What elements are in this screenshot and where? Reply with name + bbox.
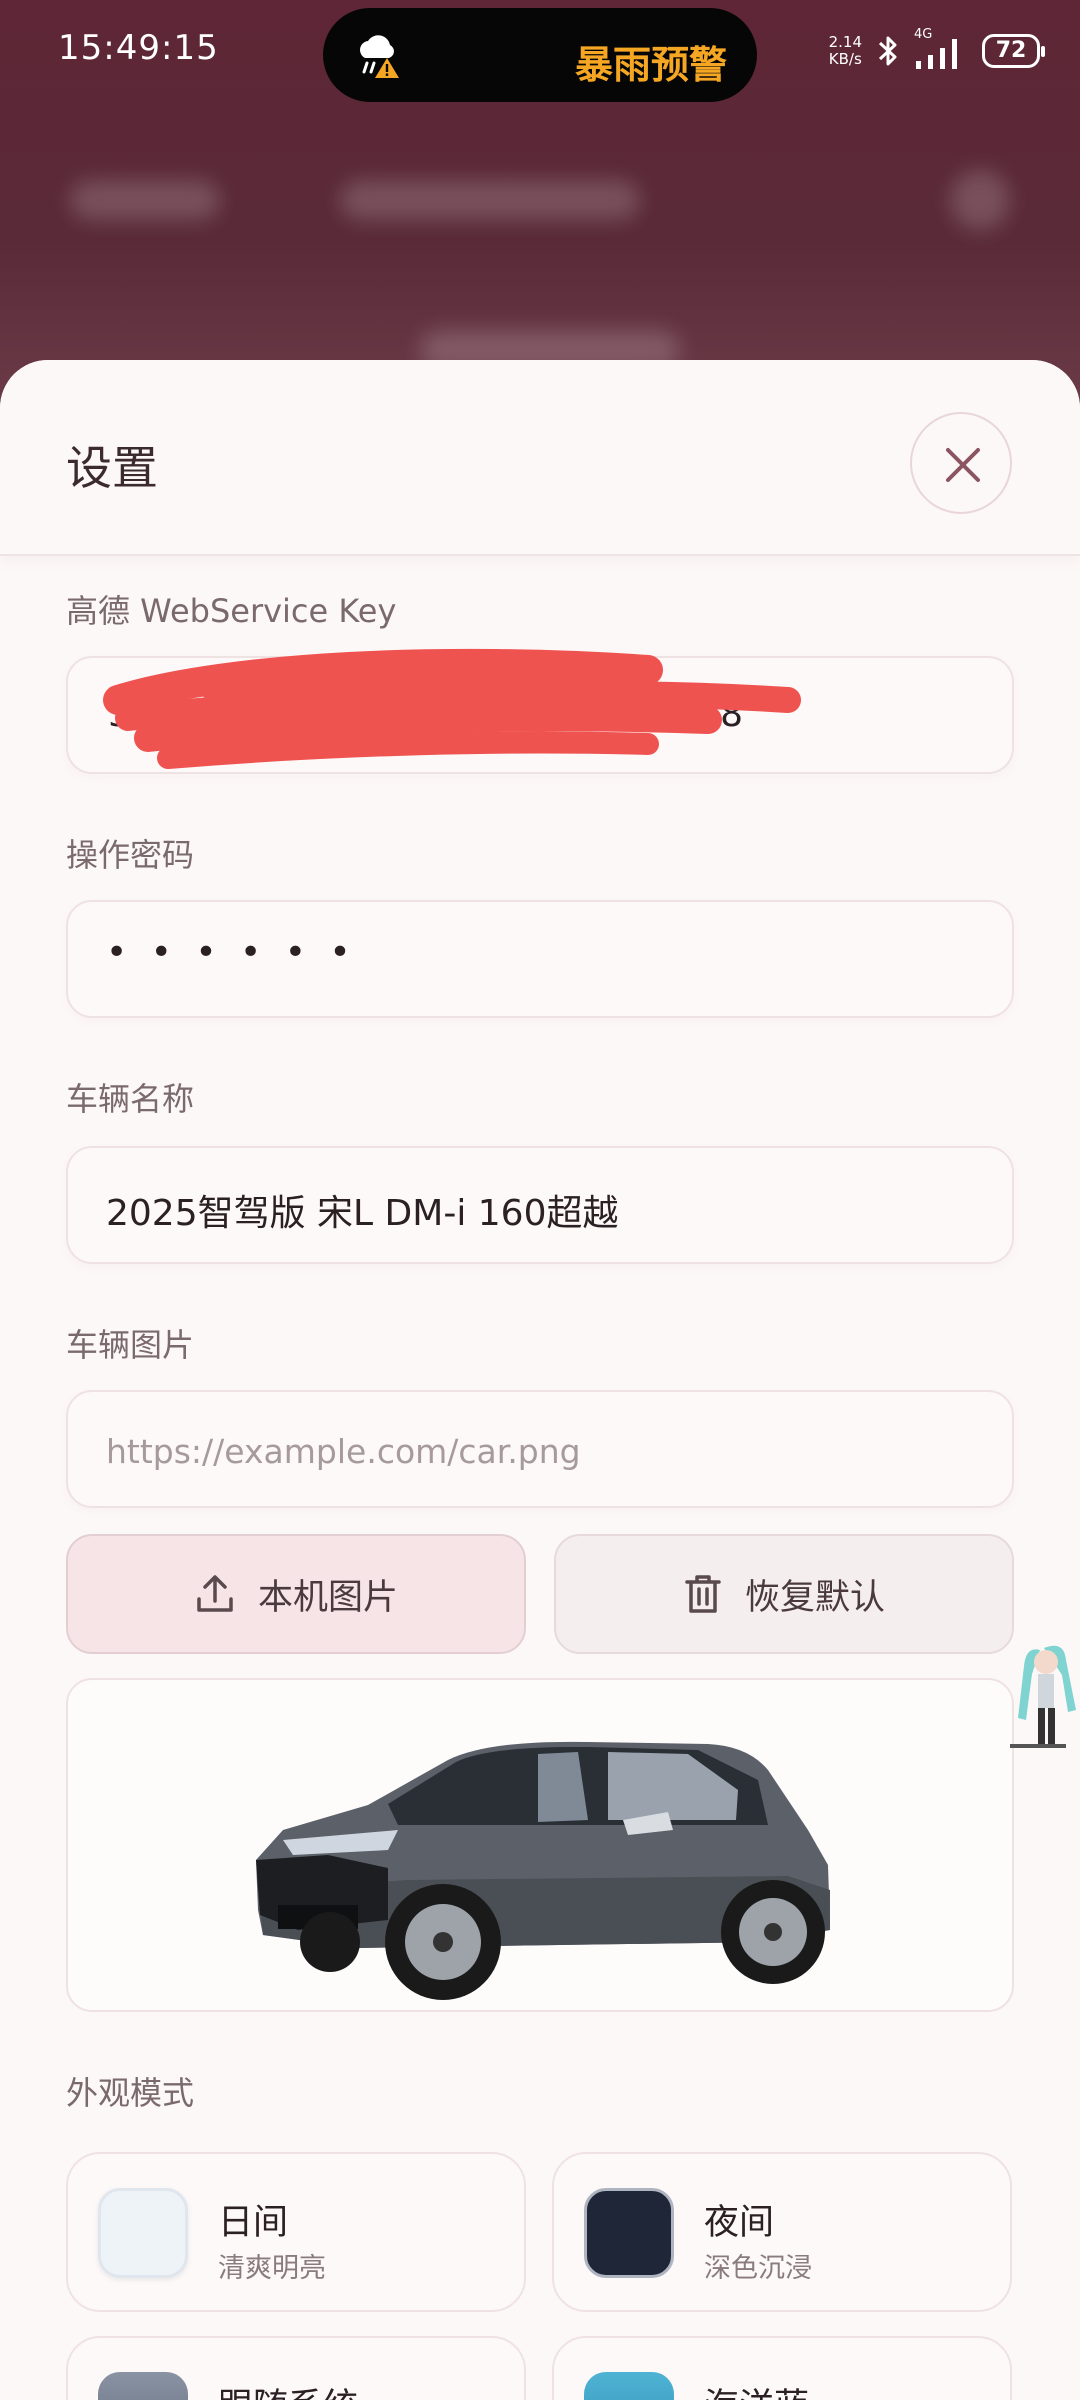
ocean-swatch-icon — [584, 2372, 674, 2400]
night-swatch-icon — [584, 2188, 674, 2278]
mode-card-system[interactable]: 跟随系统 — [66, 2336, 526, 2400]
sheet-header: 设置 — [0, 360, 1080, 556]
restore-button-label: 恢复默认 — [744, 1577, 885, 1618]
password-input[interactable]: • • • • • • — [66, 900, 1014, 1018]
background-blurred-icon — [950, 170, 1010, 230]
mode-name-night: 夜间 — [704, 2203, 775, 2243]
mode-name-ocean: 海洋蓝 — [704, 2378, 809, 2400]
dynamic-island-alert[interactable]: 暴雨预警 — [323, 8, 757, 102]
battery-indicator: 72 — [982, 34, 1045, 68]
bluetooth-icon — [878, 36, 897, 66]
close-button[interactable] — [910, 412, 1012, 514]
vehicle-image-preview — [66, 1678, 1014, 2012]
mode-card-night[interactable]: 夜间 深色沉浸 — [552, 2152, 1012, 2312]
mode-desc-day: 清爽明亮 — [218, 2253, 326, 2284]
close-icon — [946, 448, 980, 482]
sheet-title: 设置 — [66, 441, 158, 495]
background-blurred-text — [70, 180, 220, 220]
password-value: • • • • • • — [106, 932, 357, 973]
rain-warning-icon — [360, 35, 399, 78]
status-time: 15:49:15 — [58, 28, 219, 68]
mode-card-ocean[interactable]: 海洋蓝 — [552, 2336, 1012, 2400]
mode-name-day: 日间 — [218, 2203, 289, 2243]
network-speed: 2.14 KB/s — [828, 33, 862, 68]
password-label: 操作密码 — [66, 836, 195, 874]
amap-key-label: 高德 WebService Key — [66, 592, 397, 630]
upload-local-image-button[interactable]: 本机图片 — [66, 1534, 526, 1654]
restore-default-button[interactable]: 恢复默认 — [554, 1534, 1014, 1654]
redaction-scribble — [103, 648, 801, 769]
vehicle-image-placeholder: https://example.com/car.png — [106, 1432, 581, 1471]
cellular-signal-icon: 4G — [914, 27, 968, 71]
upload-button-label: 本机图片 — [257, 1577, 398, 1618]
settings-sheet: 设置 高德 WebService Key 3 ia8 操作密码 • • • • … — [0, 360, 1080, 2400]
weather-alert-text: 暴雨预警 — [574, 43, 727, 87]
background-blurred-title — [340, 180, 640, 220]
vehicle-name-value: 2025智驾版 宋L DM-i 160超越 — [106, 1193, 619, 1234]
day-swatch-icon — [98, 2188, 188, 2278]
upload-icon — [197, 1575, 233, 1612]
suv-car-image — [256, 1741, 830, 2000]
vehicle-name-input[interactable]: 2025智驾版 宋L DM-i 160超越 — [66, 1146, 1014, 1264]
mode-desc-night: 深色沉浸 — [704, 2253, 812, 2284]
floating-mascot-icon[interactable] — [1004, 1640, 1080, 1760]
trash-icon — [685, 1575, 721, 1613]
mode-name-system: 跟随系统 — [218, 2378, 358, 2400]
amap-key-input[interactable]: 3 ia8 — [66, 648, 1014, 774]
vehicle-name-label: 车辆名称 — [66, 1080, 195, 1118]
system-swatch-icon — [98, 2372, 188, 2400]
appearance-label: 外观模式 — [66, 2074, 195, 2112]
status-bar: 15:49:15 暴雨预警 2.14 KB/s 4G 72 — [0, 0, 1080, 102]
vehicle-image-label: 车辆图片 — [66, 1326, 195, 1364]
vehicle-image-url-input[interactable]: https://example.com/car.png — [66, 1390, 1014, 1508]
mode-card-day[interactable]: 日间 清爽明亮 — [66, 2152, 526, 2312]
